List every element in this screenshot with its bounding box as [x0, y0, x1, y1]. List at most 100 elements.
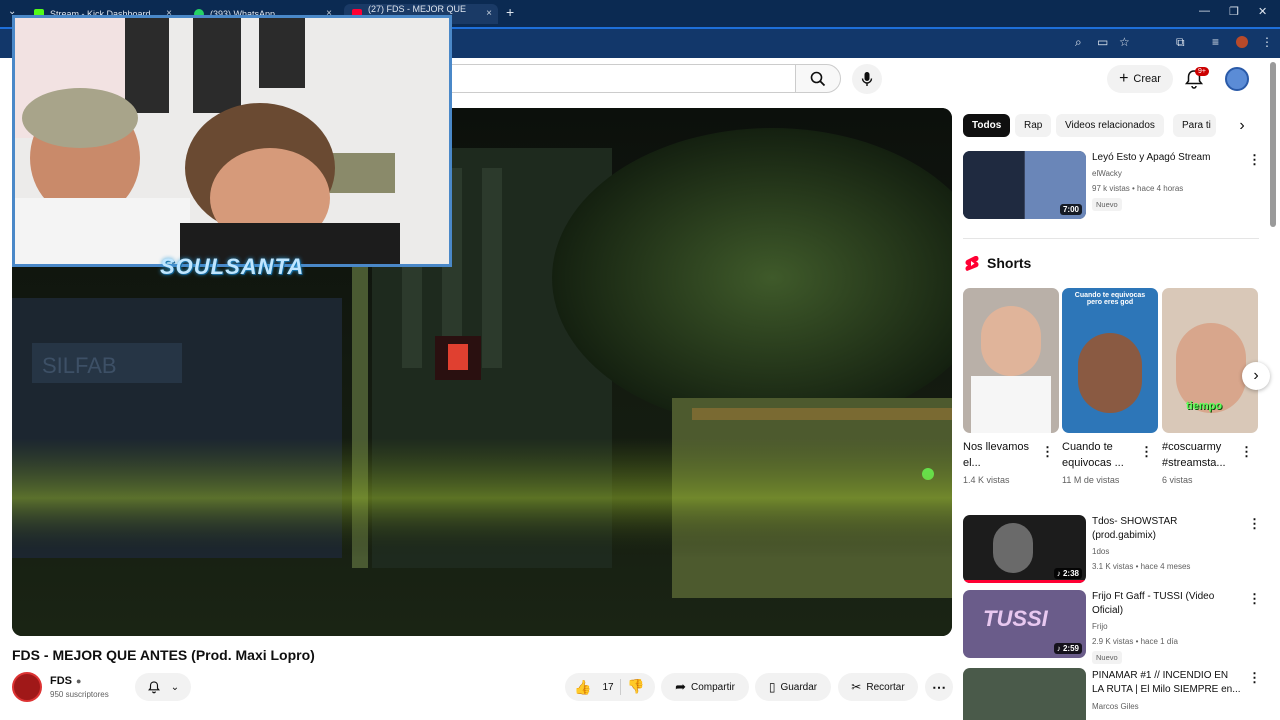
microphone-icon: [861, 72, 873, 86]
video-meta: 3.1 K vistas • hace 4 meses: [1092, 562, 1191, 571]
short-overlay-text: Cuando te equivocas pero eres god: [1074, 292, 1146, 306]
extensions-icon[interactable]: ⧉: [1176, 35, 1185, 50]
video-title-link[interactable]: Leyó Esto y Apagó Stream: [1092, 151, 1242, 165]
video-thumbnail[interactable]: 7:00: [963, 151, 1086, 219]
plus-icon: +: [1119, 70, 1129, 87]
search-input[interactable]: [445, 64, 795, 93]
channel-avatar[interactable]: [12, 672, 42, 702]
subscription-bell-button[interactable]: ⌄: [135, 673, 191, 701]
thumbnail-graffiti-text: TUSSI: [983, 606, 1048, 631]
stream-logo-text: SOULSANTA: [160, 254, 305, 279]
short-views: 11 M de vistas: [1062, 475, 1120, 485]
save-button[interactable]: ▯ Guardar: [755, 673, 831, 701]
svg-text:SILFAB: SILFAB: [42, 353, 117, 378]
thumbnail-face-left: [963, 151, 1024, 219]
bookmark-star-icon[interactable]: ☆: [1119, 35, 1130, 49]
thumbnail-figure: [993, 523, 1033, 573]
more-dots-icon: ⋯: [932, 678, 946, 695]
video-meta: 2.9 K vistas • hace 1 día: [1092, 637, 1178, 646]
chip-para-ti[interactable]: Para ti: [1173, 114, 1216, 137]
short-menu-icon[interactable]: ⋮: [1240, 444, 1253, 460]
create-label: Crear: [1133, 73, 1161, 85]
search-button[interactable]: [795, 64, 841, 93]
clip-button[interactable]: ✂ Recortar: [838, 673, 918, 701]
account-avatar[interactable]: [1225, 67, 1249, 91]
video-menu-icon[interactable]: ⋮: [1248, 591, 1261, 607]
video-menu-icon[interactable]: ⋮: [1248, 670, 1261, 686]
short-shirt: [971, 376, 1051, 433]
short-title[interactable]: #coscuarmy #streamsta...: [1162, 439, 1240, 471]
dislike-button[interactable]: 👎: [627, 678, 644, 695]
share-label: Compartir: [691, 681, 735, 693]
thumbs-up-icon: 👍: [574, 678, 592, 695]
notification-badge: 9+: [1195, 67, 1209, 76]
more-actions-button[interactable]: ⋯: [925, 673, 953, 701]
video-duration-text: 2:59: [1062, 644, 1079, 653]
like-dislike-group: 👍 17 👎: [565, 673, 655, 701]
shorts-heading: Shorts: [987, 255, 1032, 271]
short-views: 6 vistas: [1162, 475, 1193, 485]
share-arrow-icon: ➦: [675, 679, 686, 694]
tab-close-icon[interactable]: ×: [486, 8, 492, 19]
music-note-icon: ♪: [1056, 569, 1061, 578]
video-menu-icon[interactable]: ⋮: [1248, 516, 1261, 532]
subscriber-count: 950 suscriptores: [50, 690, 109, 699]
channel-name[interactable]: FDS ●: [50, 675, 81, 687]
bell-icon: [147, 681, 160, 694]
media-control-icon[interactable]: ≡: [1212, 35, 1219, 49]
video-channel[interactable]: 1dos: [1092, 547, 1109, 556]
chips-next-arrow-icon[interactable]: ›: [1228, 114, 1256, 137]
chip-todos[interactable]: Todos: [963, 114, 1011, 137]
video-title-link[interactable]: PINAMAR #1 // INCENDIO EN LA RUTA | El M…: [1092, 669, 1242, 697]
shorts-next-button[interactable]: ›: [1242, 362, 1270, 390]
video-title: FDS - MEJOR QUE ANTES (Prod. Maxi Lopro): [12, 647, 315, 663]
video-menu-icon[interactable]: ⋮: [1248, 152, 1261, 168]
chevron-down-icon: ⌄: [170, 681, 180, 693]
divider: [620, 679, 621, 695]
voice-search-button[interactable]: [852, 64, 882, 94]
short-title[interactable]: Cuando te equivocas ...: [1062, 439, 1140, 471]
like-button[interactable]: 👍: [574, 679, 591, 696]
page-scrollbar[interactable]: [1270, 62, 1276, 227]
shorts-logo-icon: [965, 256, 979, 271]
new-badge: Nuevo: [1092, 651, 1122, 664]
short-menu-icon[interactable]: ⋮: [1140, 444, 1153, 460]
save-label: Guardar: [780, 681, 818, 693]
short-menu-icon[interactable]: ⋮: [1041, 444, 1054, 460]
chip-rap[interactable]: Rap: [1015, 114, 1052, 137]
video-thumbnail[interactable]: ♪ 2:38: [963, 515, 1086, 583]
video-channel[interactable]: elWacky: [1092, 169, 1122, 178]
new-tab-button[interactable]: +: [506, 4, 514, 20]
restore-icon[interactable]: ❐: [1229, 5, 1239, 18]
minimize-icon[interactable]: —: [1199, 5, 1210, 17]
short-face: [981, 306, 1041, 376]
short-thumbnail[interactable]: [963, 288, 1059, 433]
video-duration: 7:00: [1059, 204, 1082, 215]
video-title-link[interactable]: Frijo Ft Gaff - TUSSI (Video Oficial): [1092, 590, 1242, 618]
short-title[interactable]: Nos llevamos el...: [963, 439, 1041, 471]
video-thumbnail[interactable]: [963, 668, 1086, 720]
webcam-people-image: [15, 18, 449, 264]
clip-label: Recortar: [866, 681, 905, 693]
chip-videos-relacionados[interactable]: Videos relacionados: [1056, 114, 1164, 137]
profile-icon[interactable]: [1236, 36, 1248, 48]
section-divider: [963, 238, 1259, 239]
create-button[interactable]: + Crear: [1107, 65, 1173, 93]
video-thumbnail[interactable]: TUSSI ♪ 2:59: [963, 590, 1086, 658]
video-title-link[interactable]: Tdos- SHOWSTAR (prod.gabimix): [1092, 515, 1242, 543]
cast-icon[interactable]: ▭: [1097, 35, 1108, 49]
video-duration: ♪ 2:38: [1053, 568, 1082, 579]
thumbs-down-icon: 👎: [627, 678, 645, 694]
window-close-icon[interactable]: ✕: [1258, 5, 1267, 18]
video-channel[interactable]: Marcos Giles: [1092, 702, 1139, 711]
bookmark-icon: ▯: [768, 680, 776, 694]
share-button[interactable]: ➦ Compartir: [661, 673, 749, 701]
zoom-icon[interactable]: ⌕: [1075, 35, 1082, 50]
short-face: [1078, 333, 1142, 413]
video-channel[interactable]: Frijo: [1092, 622, 1108, 631]
video-duration-text: 2:38: [1062, 569, 1079, 578]
short-thumbnail[interactable]: Cuando te equivocas pero eres god: [1062, 288, 1158, 433]
short-thumbnail[interactable]: tiempo: [1162, 288, 1258, 433]
chevron-right-icon: ›: [1253, 367, 1259, 384]
browser-menu-icon[interactable]: ⋮: [1261, 35, 1273, 49]
